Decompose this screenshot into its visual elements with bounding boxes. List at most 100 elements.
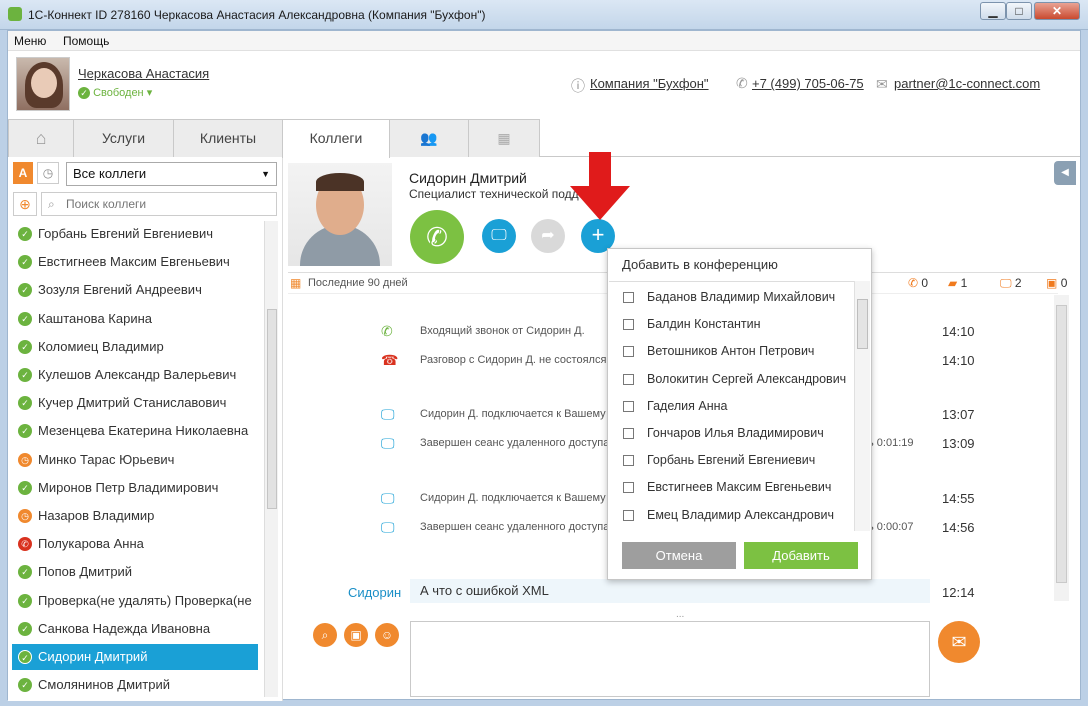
contact-name: Кучер Дмитрий Станиславович [38,395,227,411]
conference-member-item[interactable]: Баданов Владимир Михайлович [609,284,854,311]
chevron-down-icon: ▼ [261,169,270,179]
member-checkbox[interactable] [623,346,634,358]
scrollbar-thumb[interactable] [1056,305,1067,583]
history-entry-text: Входящий звонок от Сидорин Д. [420,325,585,337]
transfer-button[interactable]: ➦ [531,219,565,253]
phone-icon: ✆ [736,75,748,91]
tab-clients[interactable]: Клиенты [173,119,283,157]
contact-list-item[interactable]: ◷ Минко Тарас Юрьевич [12,447,258,473]
history-entry-text: Завершен сеанс удаленного доступа [420,437,610,449]
conference-list-scrollbar[interactable] [854,281,870,531]
contact-list-item[interactable]: ✓ Сидорин Дмитрий [12,644,258,670]
contact-list-item[interactable]: ✓ Евстигнеев Максим Евгеньевич [12,249,258,275]
contact-list-scrollbar[interactable] [264,221,278,697]
status-online-icon: ✓ [18,227,32,241]
status-online-icon: ✓ [18,368,32,382]
history-scrollbar[interactable] [1054,295,1069,601]
clock-icon[interactable]: ◷ [37,162,59,184]
member-checkbox[interactable] [623,482,634,494]
conference-member-item[interactable]: Балдин Константин [609,311,854,338]
scrollbar-thumb[interactable] [267,309,277,509]
alphabet-filter-button[interactable]: А [13,162,33,184]
conference-member-item[interactable]: Гаделия Анна [609,393,854,420]
menu-item-help[interactable]: Помощь [63,34,109,48]
member-checkbox[interactable] [623,455,634,467]
conference-member-item[interactable]: Емец Владимир Александрович [609,502,854,529]
contact-list-item[interactable]: ✓ Горбань Евгений Евгениевич [12,221,258,247]
contact-list-item[interactable]: ✓ Попов Дмитрий [12,559,258,585]
status-online-icon: ✓ [18,424,32,439]
splitter-handle[interactable]: ... [676,609,684,620]
contact-name: Кулешов Александр Валерьевич [38,367,237,382]
contact-list-item[interactable]: ✓ Каштанова Карина [12,306,258,332]
member-checkbox[interactable] [623,319,634,331]
contact-list-item[interactable]: ✆ Полукарова Анна [12,531,258,557]
user-avatar[interactable] [16,57,70,111]
close-window-button[interactable]: ✕ [1034,2,1080,20]
contact-list-item[interactable]: ✓ Санкова Надежда Ивановна [12,616,258,642]
contact-list-item[interactable]: ✓ Кучер Дмитрий Станиславович [12,390,258,416]
tab-groups[interactable]: 👥 [389,119,469,157]
tab-home[interactable]: ⌂ [8,119,74,157]
member-name: Горбань Евгений Евгениевич [647,453,816,468]
member-checkbox[interactable] [623,373,634,385]
archive-icon[interactable]: ▣ [344,623,368,647]
user-name-link[interactable]: Черкасова Анастасия [78,66,209,81]
company-link[interactable]: Компания "Бухфон" [590,76,709,91]
collapse-panel-button[interactable]: ◀ [1054,161,1076,185]
status-online-icon: ✓ [18,650,32,664]
cancel-button[interactable]: Отмена [622,542,736,569]
calendar-icon[interactable]: ▦ [290,276,301,290]
menu-item-menu[interactable]: Меню [14,34,46,48]
conference-member-item[interactable]: Горбань Евгений Евгениевич [609,447,854,474]
contact-list-item[interactable]: ✓ Миронов Петр Владимирович [12,475,258,501]
tab-colleagues[interactable]: Коллеги [282,119,390,158]
contact-name: Назаров Владимир [38,508,155,523]
app-logo-icon [8,7,22,21]
add-user-icon[interactable]: ⊕ [13,192,37,216]
contact-list-item[interactable]: ✓ Зозуля Евгений Андреевич [12,277,258,303]
email-link[interactable]: partner@1c-connect.com [894,76,1040,91]
colleague-search[interactable]: ⌕ [41,192,277,216]
conference-member-item[interactable]: Евстигнеев Максим Евгеньевич [609,474,854,501]
phone-link[interactable]: +7 (499) 705-06-75 [752,76,864,91]
screen-count-value: 2 [1014,276,1022,290]
maximize-button[interactable]: □ [1006,2,1032,20]
call-count-value: 0 [921,276,929,290]
send-message-icon[interactable]: ✉ [938,621,980,663]
smiley-icon[interactable]: ☺ [375,623,399,647]
member-checkbox[interactable] [623,292,634,303]
contact-list-item[interactable]: ✓ Коломиец Владимир [12,334,258,360]
member-name: Ветошников Антон Петрович [647,344,815,359]
conference-member-item[interactable]: Ветошников Антон Петрович [609,338,854,365]
status-online-icon: ✓ [18,255,32,270]
contact-list-item[interactable]: ✓ Проверка(не удалять) Проверка(не [12,588,258,614]
call-button[interactable]: ✆ [410,210,464,264]
tab-grid[interactable]: ▦ [468,119,540,157]
member-checkbox[interactable] [623,428,634,439]
colleague-group-select[interactable]: Все коллеги ▼ [66,162,277,186]
minimize-button[interactable]: ▁ [980,2,1006,20]
search-icon: ⌕ [48,197,55,211]
contact-list-item[interactable]: ✓ Кулешов Александр Валерьевич [12,362,258,388]
contact-list-item[interactable]: ✓ Смолянинов Дмитрий [12,672,258,698]
member-checkbox[interactable] [623,509,634,521]
contact-name: Сидорин Дмитрий [38,649,148,664]
member-checkbox[interactable] [623,400,634,412]
add-button[interactable]: Добавить [744,542,858,569]
scrollbar-thumb[interactable] [857,299,868,349]
screen-share-button[interactable]: 🖵 [482,219,516,253]
phone-icon: ✆ [908,276,919,290]
conference-member-item[interactable]: Гончаров Илья Владимирович [609,420,854,447]
contact-name: Сидорин Дмитрий [409,170,527,186]
tab-services[interactable]: Услуги [73,119,174,157]
conference-member-item[interactable]: Волокитин Сергей Александрович [609,366,854,393]
user-status-dropdown[interactable]: ✓ Свободен ▾ [78,86,152,100]
colleague-search-input[interactable] [64,195,264,213]
history-period-label[interactable]: Последние 90 дней [308,277,408,289]
contact-list-item[interactable]: ✓ Мезенцева Екатерина Николаевна [12,418,258,444]
chat-count: ▰ 1 [948,276,967,290]
search-icon[interactable]: ⌕ [313,623,337,647]
message-input[interactable] [410,621,930,697]
contact-list-item[interactable]: ◷ Назаров Владимир [12,503,258,529]
